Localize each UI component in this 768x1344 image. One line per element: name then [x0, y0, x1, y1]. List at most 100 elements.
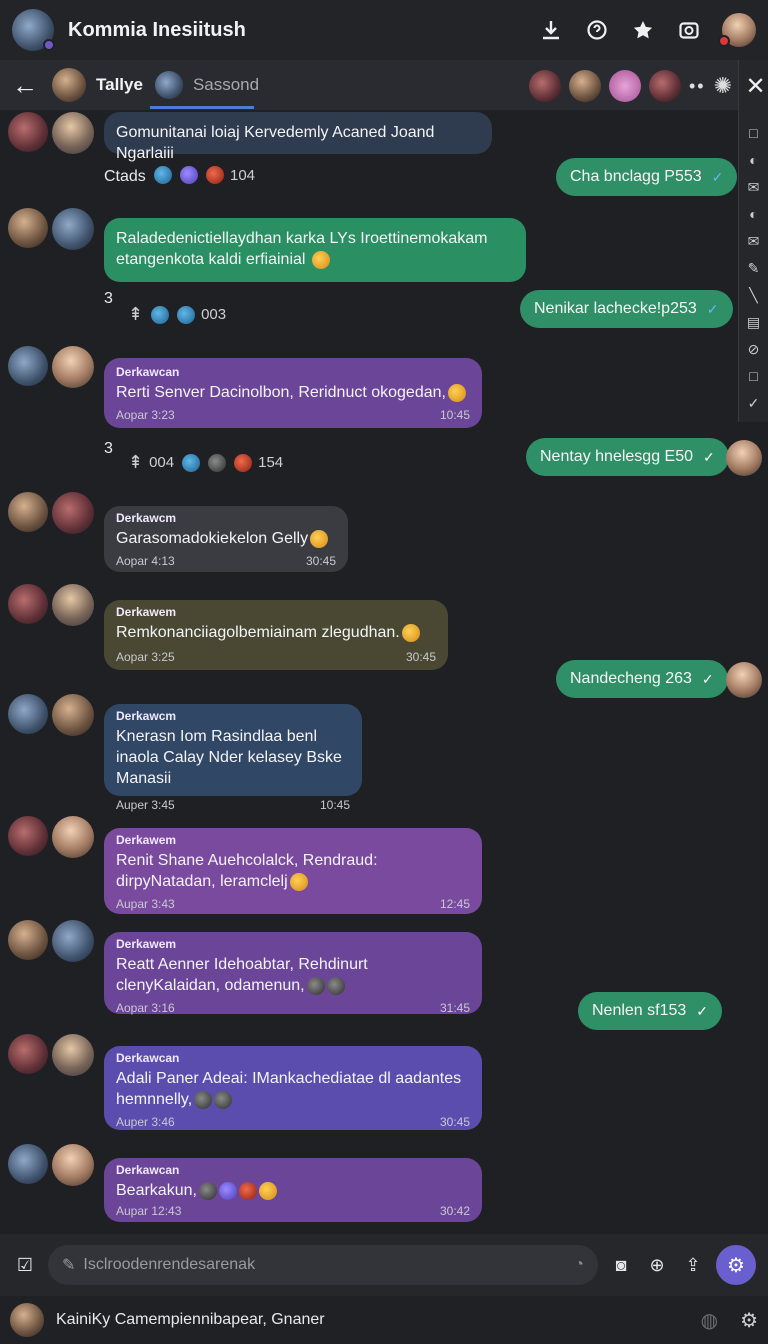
- sticker-icon[interactable]: ⊕: [644, 1252, 670, 1278]
- user-avatar[interactable]: [10, 1303, 44, 1337]
- reaction-emoji[interactable]: [180, 166, 198, 184]
- check-tool-icon[interactable]: ✓: [745, 394, 763, 412]
- back-arrow-icon[interactable]: ←: [12, 70, 40, 101]
- message-bubble[interactable]: Derkawem Remkonanciiagolbemiainam zlegud…: [104, 600, 448, 670]
- participant-avatar[interactable]: [648, 70, 681, 102]
- avatar[interactable]: [8, 920, 48, 960]
- avatar[interactable]: [8, 584, 48, 624]
- mail-tool-icon[interactable]: ✉: [745, 232, 763, 250]
- reaction-row: ⇞ 003: [128, 304, 226, 325]
- outgoing-message[interactable]: Nenikar lachecke!p253 ✓: [520, 290, 733, 328]
- attach-icon[interactable]: ☑: [12, 1252, 38, 1278]
- participant-avatar[interactable]: [528, 70, 561, 102]
- tab-sassond[interactable]: Sassond: [154, 71, 259, 99]
- close-icon[interactable]: ✕: [745, 72, 765, 101]
- emoji-picker-icon[interactable]: ◔: [574, 1256, 584, 1274]
- participant-avatar[interactable]: [608, 70, 641, 102]
- reaction-emoji[interactable]: [177, 305, 196, 324]
- line-tool-icon[interactable]: ╲: [745, 286, 763, 304]
- square-tool-icon[interactable]: □: [745, 367, 763, 385]
- message-bubble[interactable]: Derkawcan Rerti Senver Dacinolbon, Rerid…: [104, 358, 482, 428]
- settings-gear-button[interactable]: ⚙: [716, 1245, 756, 1285]
- message-avatars: [8, 492, 94, 534]
- avatar[interactable]: [726, 440, 762, 476]
- participant-avatar[interactable]: [568, 70, 601, 102]
- reaction-emoji[interactable]: [208, 453, 227, 472]
- message-time: 31:45: [439, 1001, 470, 1015]
- avatar[interactable]: [52, 1144, 94, 1186]
- block-tool-icon[interactable]: ⊘: [745, 340, 763, 358]
- emoji-icon: [306, 976, 325, 995]
- avatar[interactable]: [52, 816, 94, 858]
- message-bubble[interactable]: Derkawcm Knerasn Iom Rasindlaa benl inao…: [104, 704, 362, 812]
- help-icon[interactable]: [584, 17, 610, 43]
- avatar[interactable]: [8, 816, 48, 856]
- message-avatars: [8, 694, 94, 736]
- message-bubble[interactable]: Derkawem Renit Shane Auehcolalck, Rendra…: [104, 828, 482, 914]
- message-bubble[interactable]: Raladedenictiellaydhan karka LYs Iroetti…: [104, 218, 526, 282]
- avatar[interactable]: [8, 492, 48, 532]
- share-icon[interactable]: ⇪: [680, 1252, 706, 1278]
- avatar[interactable]: [52, 346, 94, 388]
- outgoing-message[interactable]: Nentay hnelesgg E50 ✓: [526, 438, 729, 476]
- pen-tool-icon[interactable]: ✎: [745, 259, 763, 277]
- download-icon[interactable]: [538, 17, 564, 43]
- sender-name: Derkawcan: [116, 1051, 180, 1065]
- reaction-emoji[interactable]: [151, 305, 170, 324]
- pin-icon[interactable]: ⇞: [128, 304, 143, 325]
- avatar[interactable]: [8, 346, 48, 386]
- channel-avatar[interactable]: [12, 9, 55, 51]
- avatar[interactable]: [52, 208, 94, 250]
- tab-tallye[interactable]: Tallye: [52, 68, 143, 102]
- emoji-icon: [447, 383, 466, 402]
- layers-tool-icon[interactable]: ▤: [745, 313, 763, 331]
- outgoing-message[interactable]: Cha bnclagg P553 ✓: [556, 158, 738, 196]
- message-input[interactable]: ✎ Isclroodenrendesarenak ◔: [48, 1245, 598, 1285]
- message-bubble[interactable]: Derkawcm Garasomadokiekelon Gelly Aopar …: [104, 506, 348, 572]
- square-tool-icon[interactable]: □: [745, 124, 763, 142]
- reaction-emoji[interactable]: [182, 453, 201, 472]
- emoji-icon: [198, 1181, 217, 1200]
- emoji-icon: [289, 872, 308, 891]
- activity-icon[interactable]: ◍: [701, 1308, 718, 1333]
- avatar[interactable]: [8, 694, 48, 734]
- avatar[interactable]: [8, 1034, 48, 1074]
- message-bubble[interactable]: Gomunitanai loiaj Kervedemly Acaned Joan…: [104, 112, 492, 162]
- camera-icon[interactable]: [676, 17, 702, 43]
- pin-icon[interactable]: ⇞: [128, 452, 143, 473]
- participant-avatars: •• ✺: [528, 70, 732, 102]
- message-text: Adali Paner Adeai: IMankachediatae dl aa…: [116, 1070, 462, 1108]
- message-text: Nentay hnelesgg E50: [540, 448, 693, 465]
- reaction-row: ⇞ 004 154: [128, 452, 283, 473]
- avatar[interactable]: [52, 694, 94, 736]
- gear-icon[interactable]: ⚙: [740, 1308, 758, 1333]
- avatar[interactable]: [8, 208, 48, 248]
- more-icon[interactable]: ••: [689, 76, 706, 97]
- message-bubble[interactable]: Derkawem Reatt Aenner Idehoabtar, Rehdin…: [104, 932, 482, 1015]
- avatar[interactable]: [52, 112, 94, 154]
- reaction-emoji[interactable]: [154, 166, 172, 184]
- contrast-tool-icon[interactable]: ◐: [745, 151, 763, 169]
- message-bubble[interactable]: Derkawcan Bearkakun, Aupar 12:43 30:42: [104, 1158, 482, 1222]
- emoji-icon: [238, 1181, 257, 1200]
- profile-avatar[interactable]: [718, 13, 756, 47]
- avatar[interactable]: [726, 662, 762, 698]
- contrast-tool-icon[interactable]: ◐: [745, 205, 763, 223]
- avatar[interactable]: [8, 112, 48, 152]
- avatar[interactable]: [52, 584, 94, 626]
- reaction-emoji[interactable]: [206, 166, 224, 184]
- message-date: Auper 3:45: [116, 798, 175, 812]
- reaction-emoji[interactable]: [234, 453, 253, 472]
- avatar[interactable]: [52, 1034, 94, 1076]
- camera-icon[interactable]: ◙: [608, 1252, 634, 1278]
- avatar[interactable]: [8, 1144, 48, 1184]
- outgoing-message[interactable]: Nandecheng 263 ✓: [556, 660, 728, 698]
- avatar[interactable]: [52, 492, 94, 534]
- read-check-icon: ✓: [711, 168, 724, 185]
- outgoing-message[interactable]: Nenlen sf153 ✓: [578, 992, 723, 1030]
- active-tab-indicator: [150, 106, 254, 109]
- mail-tool-icon[interactable]: ✉: [745, 178, 763, 196]
- message-bubble[interactable]: Derkawcan Adali Paner Adeai: IMankachedi…: [104, 1046, 482, 1130]
- star-icon[interactable]: [630, 17, 656, 43]
- avatar[interactable]: [52, 920, 94, 962]
